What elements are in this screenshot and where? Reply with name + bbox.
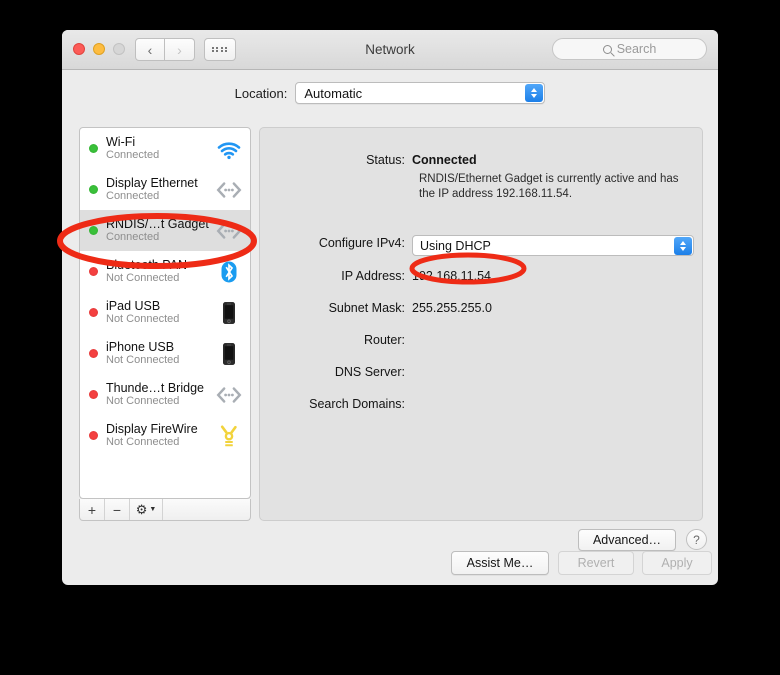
- service-detail-panel: Status: Connected RNDIS/Ethernet Gadget …: [259, 127, 703, 521]
- location-select[interactable]: Automatic: [295, 82, 546, 104]
- configure-ipv4-select[interactable]: Using DHCP: [412, 235, 694, 256]
- status-dot-connected: [89, 185, 98, 194]
- sidebar-service-item[interactable]: Bluetooth PAN Not Connected: [80, 251, 250, 292]
- service-name: Wi-Fi: [106, 135, 136, 149]
- subnet-mask-row: Subnet Mask: 255.255.255.0: [260, 300, 492, 317]
- assist-me-button[interactable]: Assist Me…: [451, 551, 549, 575]
- search-placeholder: Search: [616, 42, 657, 56]
- location-row: Location: Automatic: [62, 82, 718, 104]
- service-text: Wi-Fi Connected: [106, 135, 214, 162]
- network-services-list[interactable]: Wi-Fi Connected Display Ethernet Connected R…: [79, 127, 251, 499]
- service-status: Not Connected: [106, 313, 180, 325]
- service-name: iPhone USB: [106, 340, 175, 354]
- help-button[interactable]: ?: [686, 529, 707, 550]
- service-status: Not Connected: [106, 395, 180, 407]
- dns-server-row: DNS Server:: [260, 364, 412, 381]
- toolbar-filler: [163, 499, 250, 520]
- configure-ipv4-label: Configure IPv4:: [318, 236, 405, 250]
- service-text: RNDIS/…t Gadget Connected: [106, 217, 214, 244]
- service-actions-button[interactable]: ⚙ ▼: [130, 499, 163, 520]
- ip-address-row: IP Address: 192.168.11.54: [260, 268, 491, 285]
- status-dot-disconnected: [89, 390, 98, 399]
- sidebar-service-item[interactable]: Thunde…t Bridge Not Connected: [80, 374, 250, 415]
- status-dot-disconnected: [89, 349, 98, 358]
- status-dot-disconnected: [89, 267, 98, 276]
- service-status: Not Connected: [106, 354, 180, 366]
- ethernet-icon: [214, 217, 244, 245]
- service-text: Display FireWire Not Connected: [106, 422, 214, 449]
- router-label: Router:: [364, 333, 405, 347]
- add-service-button[interactable]: +: [80, 499, 105, 520]
- configure-ipv4-stepper-icon[interactable]: [674, 237, 692, 255]
- search-icon: [602, 44, 612, 54]
- apply-button[interactable]: Apply: [642, 551, 712, 575]
- location-stepper-icon[interactable]: [525, 84, 544, 102]
- services-toolbar: + − ⚙ ▼: [79, 499, 251, 521]
- location-selected-value: Automatic: [304, 85, 363, 101]
- gear-icon: ⚙: [135, 502, 148, 517]
- service-name: RNDIS/…t Gadget: [106, 217, 209, 231]
- service-text: iPad USB Not Connected: [106, 299, 214, 326]
- status-dot-connected: [89, 226, 98, 235]
- network-preferences-window: ‹ › Network Search Location: Automatic W…: [62, 30, 718, 585]
- sidebar-service-rndis[interactable]: RNDIS/…t Gadget Connected: [80, 210, 250, 251]
- service-status: Connected: [106, 190, 160, 202]
- service-status: Not Connected: [106, 436, 180, 448]
- wifi-icon: [214, 135, 244, 163]
- service-text: iPhone USB Not Connected: [106, 340, 214, 367]
- ip-address-value: 192.168.11.54: [412, 269, 492, 283]
- configure-ipv4-row: Configure IPv4: Using DHCP: [260, 235, 694, 256]
- router-row: Router:: [260, 332, 412, 349]
- service-text: Thunde…t Bridge Not Connected: [106, 381, 214, 408]
- sidebar-service-item[interactable]: iPad USB Not Connected: [80, 292, 250, 333]
- service-name: Thunde…t Bridge: [106, 381, 204, 395]
- status-dot-disconnected: [89, 431, 98, 440]
- sidebar-service-item[interactable]: iPhone USB Not Connected: [80, 333, 250, 374]
- configure-ipv4-value: Using DHCP: [420, 238, 491, 253]
- service-name: Bluetooth PAN: [106, 258, 188, 272]
- service-text: Display Ethernet Connected: [106, 176, 214, 203]
- sidebar-service-item[interactable]: Display FireWire Not Connected: [80, 415, 250, 456]
- ethernet-icon: [214, 176, 244, 204]
- advanced-button[interactable]: Advanced…: [578, 529, 676, 551]
- firewire-icon: [214, 422, 244, 450]
- service-status: Connected: [106, 231, 160, 243]
- revert-button[interactable]: Revert: [558, 551, 634, 575]
- status-value: Connected: [412, 153, 477, 167]
- subnet-mask-label: Subnet Mask:: [328, 301, 405, 315]
- phone-icon: [214, 340, 244, 368]
- search-domains-label: Search Domains:: [309, 397, 405, 411]
- status-label: Status:: [366, 153, 405, 167]
- service-text: Bluetooth PAN Not Connected: [106, 258, 214, 285]
- remove-service-button[interactable]: −: [105, 499, 130, 520]
- sidebar-service-item[interactable]: Display Ethernet Connected: [80, 169, 250, 210]
- service-status: Connected: [106, 149, 160, 161]
- location-label: Location:: [234, 85, 288, 101]
- search-field[interactable]: Search: [552, 38, 707, 60]
- phone-icon: [214, 299, 244, 327]
- service-name: Display FireWire: [106, 422, 198, 436]
- service-name: Display Ethernet: [106, 176, 198, 190]
- chevron-down-icon: ▼: [149, 506, 157, 513]
- ip-address-label: IP Address:: [341, 269, 405, 283]
- status-row: Status: Connected: [260, 152, 477, 169]
- bluetooth-icon: [214, 258, 244, 286]
- search-domains-row: Search Domains:: [260, 396, 412, 413]
- service-status: Not Connected: [106, 272, 180, 284]
- ethernet-icon: [214, 381, 244, 409]
- window-titlebar: ‹ › Network Search: [62, 30, 718, 70]
- service-name: iPad USB: [106, 299, 161, 313]
- status-description: RNDIS/Ethernet Gadget is currently activ…: [419, 173, 679, 200]
- status-dot-disconnected: [89, 308, 98, 317]
- status-dot-connected: [89, 144, 98, 153]
- subnet-mask-value: 255.255.255.0: [412, 301, 492, 315]
- dns-server-label: DNS Server:: [334, 365, 405, 379]
- sidebar-service-item[interactable]: Wi-Fi Connected: [80, 128, 250, 169]
